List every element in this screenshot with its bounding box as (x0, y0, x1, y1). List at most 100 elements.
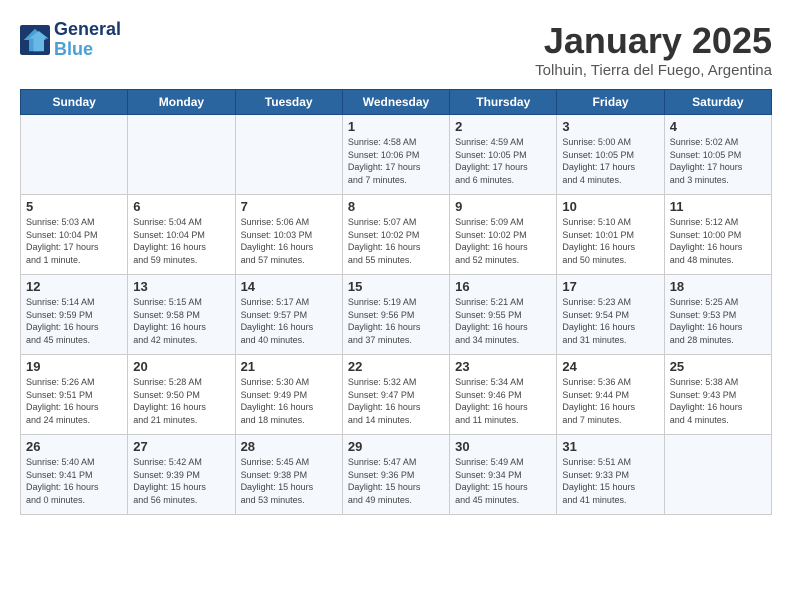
cell-info: Sunrise: 5:45 AM Sunset: 9:38 PM Dayligh… (241, 456, 337, 506)
calendar-subtitle: Tolhuin, Tierra del Fuego, Argentina (535, 62, 772, 79)
calendar-cell: 12 Sunrise: 5:14 AM Sunset: 9:59 PM Dayli… (21, 275, 128, 355)
day-header-row: SundayMondayTuesdayWednesdayThursdayFrid… (21, 90, 772, 115)
calendar-cell: 28 Sunrise: 5:45 AM Sunset: 9:38 PM Dayli… (235, 435, 342, 515)
cell-info: Sunrise: 5:25 AM Sunset: 9:53 PM Dayligh… (670, 296, 766, 346)
cell-info: Sunrise: 5:06 AM Sunset: 10:03 PM Daylig… (241, 216, 337, 266)
calendar-week-3: 12 Sunrise: 5:14 AM Sunset: 9:59 PM Dayli… (21, 275, 772, 355)
cell-info: Sunrise: 5:36 AM Sunset: 9:44 PM Dayligh… (562, 376, 658, 426)
calendar-cell: 30 Sunrise: 5:49 AM Sunset: 9:34 PM Dayli… (450, 435, 557, 515)
cell-info: Sunrise: 5:14 AM Sunset: 9:59 PM Dayligh… (26, 296, 122, 346)
calendar-cell: 17 Sunrise: 5:23 AM Sunset: 9:54 PM Dayli… (557, 275, 664, 355)
date-number: 28 (241, 439, 337, 454)
date-number: 8 (348, 199, 444, 214)
calendar-cell (664, 435, 771, 515)
calendar-cell: 8 Sunrise: 5:07 AM Sunset: 10:02 PM Dayli… (342, 195, 449, 275)
day-header-wednesday: Wednesday (342, 90, 449, 115)
cell-info: Sunrise: 5:23 AM Sunset: 9:54 PM Dayligh… (562, 296, 658, 346)
cell-info: Sunrise: 5:04 AM Sunset: 10:04 PM Daylig… (133, 216, 229, 266)
calendar-cell: 19 Sunrise: 5:26 AM Sunset: 9:51 PM Dayli… (21, 355, 128, 435)
calendar-cell (235, 115, 342, 195)
calendar-cell: 10Sunrise: 5:10 AM Sunset: 10:01 PM Dayl… (557, 195, 664, 275)
cell-info: Sunrise: 5:17 AM Sunset: 9:57 PM Dayligh… (241, 296, 337, 346)
cell-info: Sunrise: 5:51 AM Sunset: 9:33 PM Dayligh… (562, 456, 658, 506)
date-number: 31 (562, 439, 658, 454)
date-number: 1 (348, 119, 444, 134)
cell-info: Sunrise: 4:58 AM Sunset: 10:06 PM Daylig… (348, 136, 444, 186)
day-header-monday: Monday (128, 90, 235, 115)
date-number: 11 (670, 199, 766, 214)
date-number: 19 (26, 359, 122, 374)
calendar-cell: 4 Sunrise: 5:02 AM Sunset: 10:05 PM Dayli… (664, 115, 771, 195)
calendar-week-1: 1 Sunrise: 4:58 AM Sunset: 10:06 PM Dayli… (21, 115, 772, 195)
date-number: 15 (348, 279, 444, 294)
calendar-cell: 15Sunrise: 5:19 AM Sunset: 9:56 PM Dayli… (342, 275, 449, 355)
title-area: January 2025 Tolhuin, Tierra del Fuego, … (535, 20, 772, 79)
date-number: 23 (455, 359, 551, 374)
cell-info: Sunrise: 5:21 AM Sunset: 9:55 PM Dayligh… (455, 296, 551, 346)
calendar-cell: 25 Sunrise: 5:38 AM Sunset: 9:43 PM Dayli… (664, 355, 771, 435)
calendar-week-5: 26Sunrise: 5:40 AM Sunset: 9:41 PM Dayli… (21, 435, 772, 515)
calendar-cell: 3Sunrise: 5:00 AM Sunset: 10:05 PM Dayli… (557, 115, 664, 195)
calendar-cell: 21 Sunrise: 5:30 AM Sunset: 9:49 PM Dayli… (235, 355, 342, 435)
logo-text: General Blue (54, 20, 121, 60)
date-number: 14 (241, 279, 337, 294)
date-number: 29 (348, 439, 444, 454)
logo-icon (20, 25, 50, 55)
cell-info: Sunrise: 5:38 AM Sunset: 9:43 PM Dayligh… (670, 376, 766, 426)
day-header-sunday: Sunday (21, 90, 128, 115)
calendar-cell: 26Sunrise: 5:40 AM Sunset: 9:41 PM Dayli… (21, 435, 128, 515)
calendar-cell: 7Sunrise: 5:06 AM Sunset: 10:03 PM Dayli… (235, 195, 342, 275)
cell-info: Sunrise: 5:03 AM Sunset: 10:04 PM Daylig… (26, 216, 122, 266)
date-number: 12 (26, 279, 122, 294)
date-number: 2 (455, 119, 551, 134)
calendar-cell: 27Sunrise: 5:42 AM Sunset: 9:39 PM Dayli… (128, 435, 235, 515)
calendar-title: January 2025 (535, 20, 772, 62)
date-number: 20 (133, 359, 229, 374)
calendar-week-2: 5 Sunrise: 5:03 AM Sunset: 10:04 PM Dayli… (21, 195, 772, 275)
calendar-cell: 20 Sunrise: 5:28 AM Sunset: 9:50 PM Dayli… (128, 355, 235, 435)
date-number: 22 (348, 359, 444, 374)
cell-info: Sunrise: 5:32 AM Sunset: 9:47 PM Dayligh… (348, 376, 444, 426)
date-number: 17 (562, 279, 658, 294)
cell-info: Sunrise: 5:07 AM Sunset: 10:02 PM Daylig… (348, 216, 444, 266)
calendar-cell: 29Sunrise: 5:47 AM Sunset: 9:36 PM Dayli… (342, 435, 449, 515)
calendar-cell: 18 Sunrise: 5:25 AM Sunset: 9:53 PM Dayli… (664, 275, 771, 355)
date-number: 30 (455, 439, 551, 454)
day-header-friday: Friday (557, 90, 664, 115)
calendar-cell: 23Sunrise: 5:34 AM Sunset: 9:46 PM Dayli… (450, 355, 557, 435)
date-number: 25 (670, 359, 766, 374)
date-number: 10 (562, 199, 658, 214)
date-number: 21 (241, 359, 337, 374)
date-number: 9 (455, 199, 551, 214)
calendar-cell: 6Sunrise: 5:04 AM Sunset: 10:04 PM Dayli… (128, 195, 235, 275)
date-number: 24 (562, 359, 658, 374)
calendar-cell: 11 Sunrise: 5:12 AM Sunset: 10:00 PM Dayl… (664, 195, 771, 275)
cell-info: Sunrise: 5:00 AM Sunset: 10:05 PM Daylig… (562, 136, 658, 186)
date-number: 26 (26, 439, 122, 454)
date-number: 5 (26, 199, 122, 214)
calendar-cell: 22 Sunrise: 5:32 AM Sunset: 9:47 PM Dayli… (342, 355, 449, 435)
day-header-saturday: Saturday (664, 90, 771, 115)
calendar-header: General Blue January 2025 Tolhuin, Tierr… (20, 20, 772, 79)
calendar-cell: 31 Sunrise: 5:51 AM Sunset: 9:33 PM Dayli… (557, 435, 664, 515)
cell-info: Sunrise: 5:28 AM Sunset: 9:50 PM Dayligh… (133, 376, 229, 426)
date-number: 13 (133, 279, 229, 294)
cell-info: Sunrise: 5:30 AM Sunset: 9:49 PM Dayligh… (241, 376, 337, 426)
calendar-cell (21, 115, 128, 195)
calendar-cell: 16 Sunrise: 5:21 AM Sunset: 9:55 PM Dayli… (450, 275, 557, 355)
logo: General Blue (20, 20, 121, 60)
cell-info: Sunrise: 5:26 AM Sunset: 9:51 PM Dayligh… (26, 376, 122, 426)
calendar-cell (128, 115, 235, 195)
calendar-cell: 9 Sunrise: 5:09 AM Sunset: 10:02 PM Dayli… (450, 195, 557, 275)
day-header-tuesday: Tuesday (235, 90, 342, 115)
cell-info: Sunrise: 5:12 AM Sunset: 10:00 PM Daylig… (670, 216, 766, 266)
cell-info: Sunrise: 5:49 AM Sunset: 9:34 PM Dayligh… (455, 456, 551, 506)
cell-info: Sunrise: 5:09 AM Sunset: 10:02 PM Daylig… (455, 216, 551, 266)
calendar-cell: 13 Sunrise: 5:15 AM Sunset: 9:58 PM Dayli… (128, 275, 235, 355)
date-number: 4 (670, 119, 766, 134)
date-number: 18 (670, 279, 766, 294)
cell-info: Sunrise: 5:02 AM Sunset: 10:05 PM Daylig… (670, 136, 766, 186)
cell-info: Sunrise: 5:15 AM Sunset: 9:58 PM Dayligh… (133, 296, 229, 346)
date-number: 16 (455, 279, 551, 294)
calendar-cell: 1 Sunrise: 4:58 AM Sunset: 10:06 PM Dayli… (342, 115, 449, 195)
